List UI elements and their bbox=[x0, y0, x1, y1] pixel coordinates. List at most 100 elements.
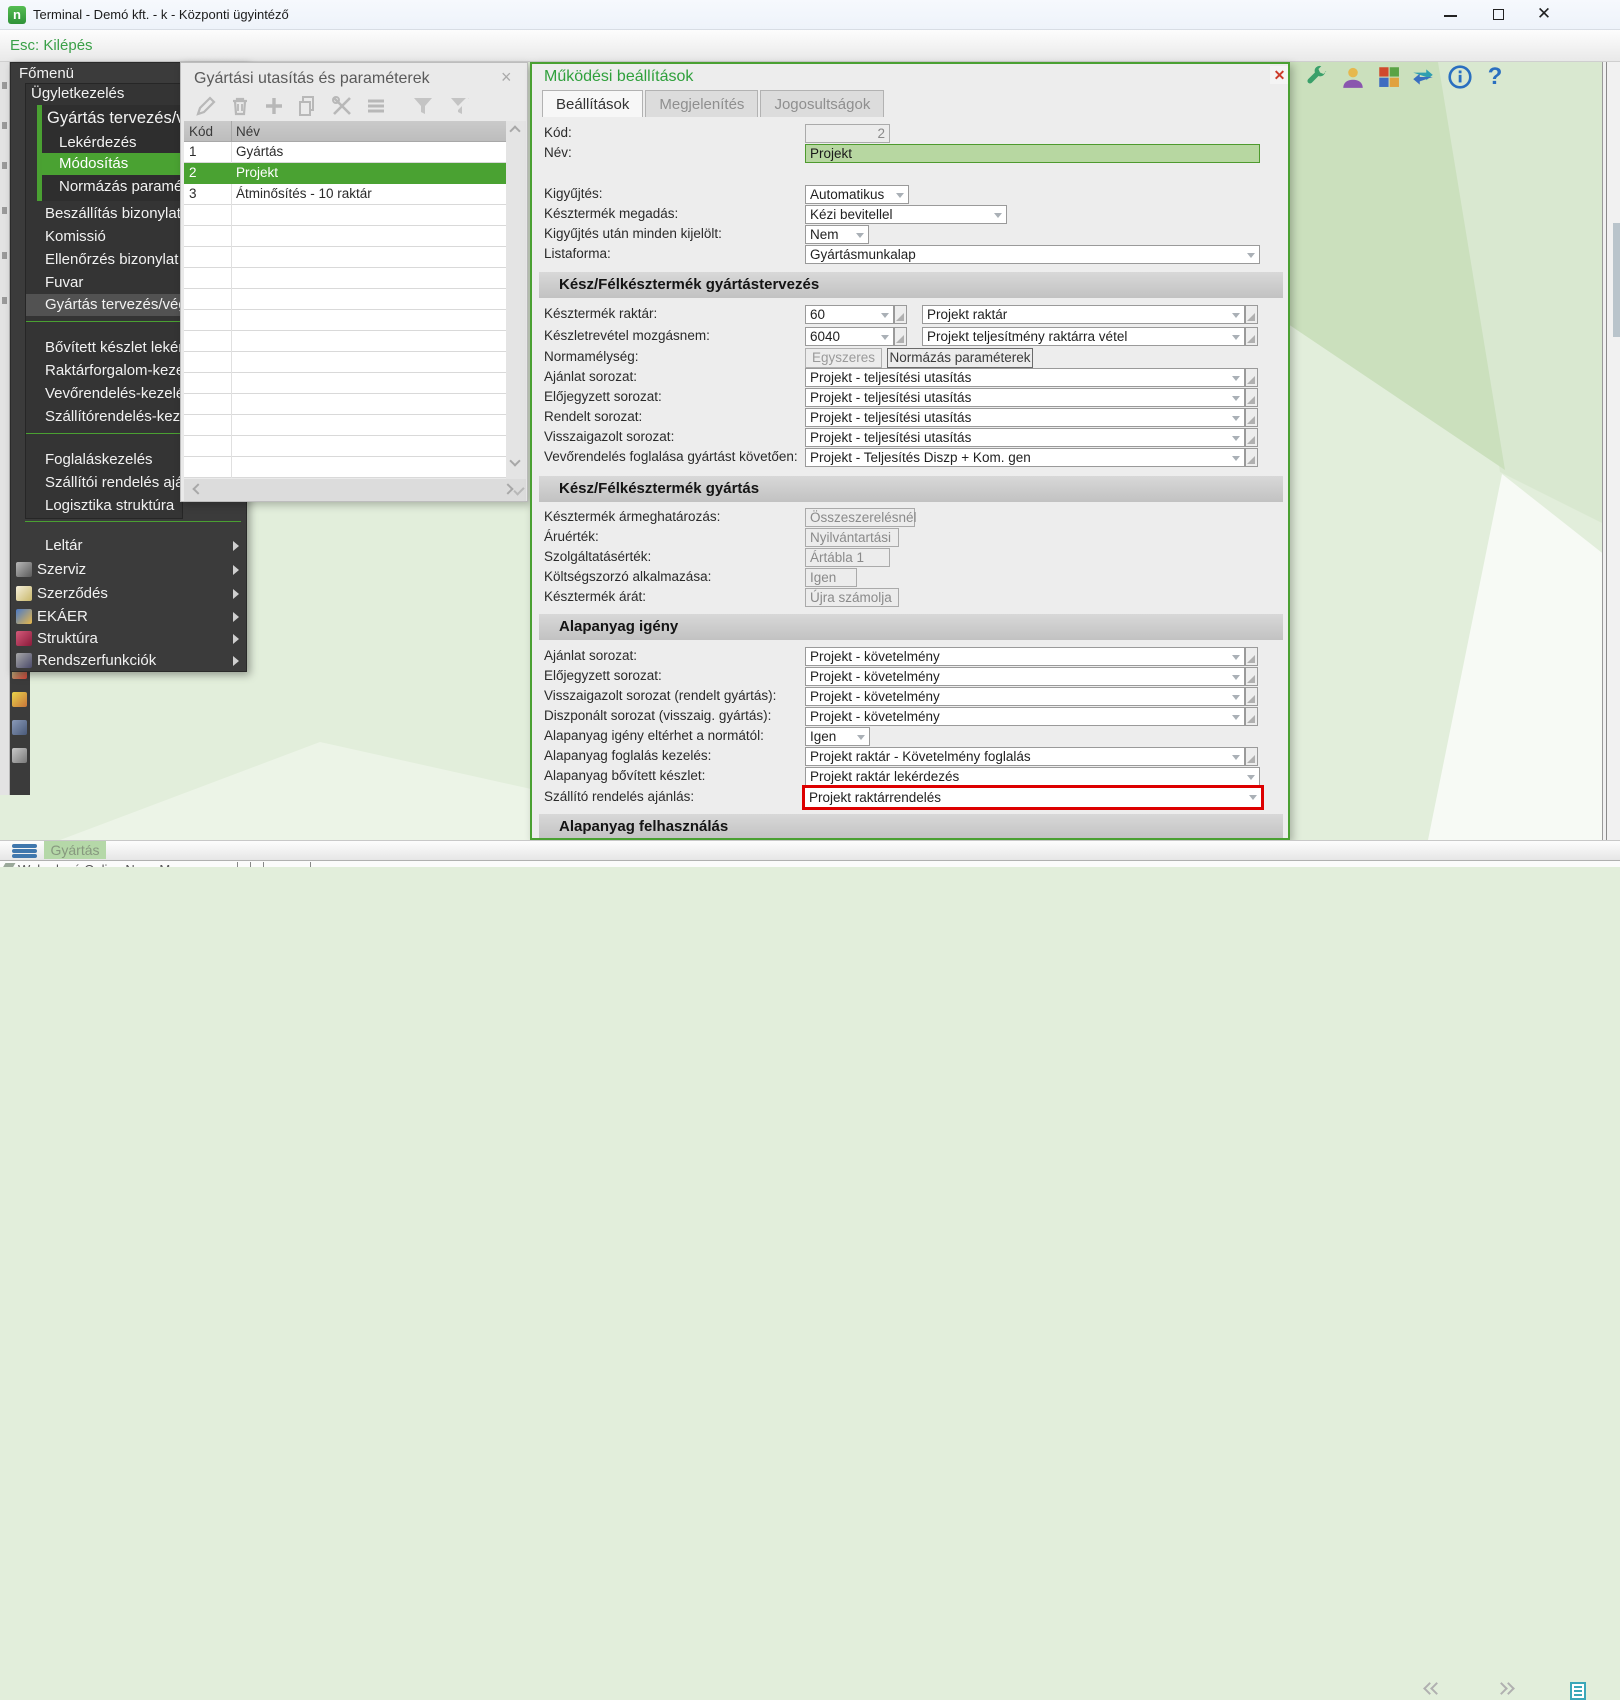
menu-item-foglalaskezeles[interactable]: Foglaláskezelés bbox=[45, 449, 181, 471]
delete-icon[interactable] bbox=[228, 94, 254, 118]
igeny-elojegyzett-combo[interactable]: Projekt - követelmény bbox=[805, 667, 1245, 686]
esc-exit-label[interactable]: Esc: Kilépés bbox=[10, 37, 93, 54]
igeny-ajanlat-combo[interactable]: Projekt - követelmény bbox=[805, 647, 1245, 666]
menu-item-ekaer[interactable]: EKÁER bbox=[37, 606, 227, 628]
lookup-button[interactable] bbox=[1245, 368, 1258, 387]
vertical-scrollbar[interactable] bbox=[506, 121, 526, 479]
filter-clear-icon[interactable] bbox=[448, 94, 474, 118]
lookup-button[interactable] bbox=[1245, 747, 1258, 766]
menu-item-szerzodes[interactable]: Szerződés bbox=[37, 583, 227, 605]
tools-icon[interactable] bbox=[330, 94, 356, 118]
menu-icon[interactable] bbox=[12, 692, 27, 707]
menu-item-szallitorendeles[interactable]: Szállítórendelés-kezelé bbox=[45, 406, 181, 428]
igeny-diszponalt-combo[interactable]: Projekt - követelmény bbox=[805, 707, 1245, 726]
menu-item-modositas-selected[interactable]: Módosítás bbox=[42, 153, 183, 175]
column-header-nev[interactable]: Név bbox=[236, 121, 260, 142]
lookup-button[interactable] bbox=[1245, 647, 1258, 666]
menu-item-fuvar[interactable]: Fuvar bbox=[45, 272, 181, 294]
menu-item-szallitoi-rendeles-ajanlas[interactable]: Szállítói rendelés ajánlá bbox=[45, 472, 181, 494]
column-header-kod[interactable]: Kód bbox=[189, 121, 213, 142]
lookup-button[interactable] bbox=[894, 305, 907, 324]
ajanlat-sorozat-combo[interactable]: Projekt - teljesítési utasítás bbox=[805, 368, 1245, 387]
lookup-button[interactable] bbox=[894, 327, 907, 346]
keszletrevetel-combo[interactable]: Projekt teljesítmény raktárra vétel bbox=[922, 327, 1245, 346]
lookup-button[interactable] bbox=[1245, 327, 1258, 346]
menu-item-ellenorzes-bizonylat[interactable]: Ellenőrzés bizonylat bbox=[45, 249, 181, 271]
edit-icon[interactable] bbox=[194, 94, 220, 118]
kesztermek-megadas-combo[interactable]: Kézi bevitellel bbox=[805, 205, 1007, 224]
elojegyzett-sorozat-combo[interactable]: Projekt - teljesítési utasítás bbox=[805, 388, 1245, 407]
scroll-right-icon[interactable] bbox=[502, 483, 513, 494]
apps-grid-icon[interactable] bbox=[1376, 64, 1402, 90]
close-button[interactable]: ✕ bbox=[1522, 0, 1566, 29]
kigyujtes-utan-combo[interactable]: Nem bbox=[805, 225, 869, 244]
tab-jogosultsagok[interactable]: Jogosultságok bbox=[760, 90, 884, 117]
document-list-icon[interactable] bbox=[1570, 1682, 1586, 1700]
help-icon[interactable]: ? bbox=[1482, 64, 1508, 90]
listaforma-combo[interactable]: Gyártásmunkalap bbox=[805, 245, 1260, 264]
lookup-button[interactable] bbox=[1245, 448, 1258, 467]
minimize-button[interactable] bbox=[1428, 0, 1472, 29]
table-row[interactable]: 1 Gyártás bbox=[184, 142, 506, 163]
menu-item-leltar[interactable]: Leltár bbox=[45, 535, 235, 557]
table-row-selected[interactable]: 2 Projekt bbox=[184, 163, 506, 184]
menu-item-gyartas-tervezes[interactable]: Gyártás tervezés/v bbox=[47, 107, 185, 129]
normazas-parameterek-button[interactable]: Normázás paraméterek bbox=[887, 348, 1033, 368]
menu-item-logisztika-struktura[interactable]: Logisztika struktúra bbox=[45, 495, 181, 517]
kesztermek-raktar-code-combo[interactable]: 60 bbox=[805, 305, 894, 324]
list-panel-close-icon[interactable]: × bbox=[501, 67, 512, 88]
kigyujtes-combo[interactable]: Automatikus bbox=[805, 185, 909, 204]
igeny-foglalas-combo[interactable]: Projekt raktár - Követelmény foglalás bbox=[805, 747, 1245, 766]
menu-item-lekerdezes[interactable]: Lekérdezés bbox=[59, 132, 137, 154]
scroll-down-icon[interactable] bbox=[509, 455, 520, 466]
lookup-button[interactable] bbox=[1245, 388, 1258, 407]
menu-item-szerviz[interactable]: Szerviz bbox=[37, 559, 227, 581]
menu-item-komissio[interactable]: Komissió bbox=[45, 226, 181, 248]
tab-beallitasok[interactable]: Beállítások bbox=[542, 90, 643, 117]
nev-field[interactable]: Projekt bbox=[805, 144, 1260, 163]
igeny-bovitett-combo[interactable]: Projekt raktár lekérdezés bbox=[805, 767, 1260, 786]
vevorendeles-foglalasa-combo[interactable]: Projekt - Teljesítés Diszp + Kom. gen bbox=[805, 448, 1245, 467]
filter-icon[interactable] bbox=[411, 94, 437, 118]
maximize-button[interactable] bbox=[1476, 0, 1520, 29]
table-row[interactable]: 3 Átminősítés - 10 raktár bbox=[184, 184, 506, 205]
taskbar-app-gyartas[interactable]: Gyártás bbox=[44, 841, 106, 859]
menu-item-gyartas-tervezes-vegrel[interactable]: Gyártás tervezés/végrel bbox=[26, 294, 182, 316]
menu-item-normazas-parameter[interactable]: Normázás paraméter bbox=[59, 176, 200, 198]
visszaigazolt-sorozat-combo[interactable]: Projekt - teljesítési utasítás bbox=[805, 428, 1245, 447]
menu-item-beszallitas-bizonylat[interactable]: Beszállítás bizonylat bbox=[45, 203, 181, 225]
table-header[interactable]: Kód Név bbox=[184, 121, 506, 142]
tab-megjelenites[interactable]: Megjelenítés bbox=[645, 90, 758, 117]
rendelt-sorozat-combo[interactable]: Projekt - teljesítési utasítás bbox=[805, 408, 1245, 427]
menu-icon[interactable] bbox=[12, 748, 27, 763]
menu-icon[interactable] bbox=[12, 720, 27, 735]
scroll-up-icon[interactable] bbox=[509, 125, 520, 136]
kesztermek-raktar-combo[interactable]: Projekt raktár bbox=[922, 305, 1245, 324]
menu-lines-icon[interactable] bbox=[364, 94, 390, 118]
lookup-button[interactable] bbox=[1245, 707, 1258, 726]
szallito-rendeles-combo[interactable]: Projekt raktárrendelés bbox=[805, 788, 1261, 807]
keszletrevetel-code-combo[interactable]: 6040 bbox=[805, 327, 894, 346]
user-icon[interactable] bbox=[1340, 64, 1366, 90]
igeny-visszaigazolt-combo[interactable]: Projekt - követelmény bbox=[805, 687, 1245, 706]
settings-close-icon[interactable]: ✕ bbox=[1270, 66, 1289, 84]
lookup-button[interactable] bbox=[1245, 408, 1258, 427]
menu-item-vevorendeles[interactable]: Vevőrendelés-kezelés bbox=[45, 383, 181, 405]
wrench-icon[interactable] bbox=[1303, 64, 1329, 90]
info-icon[interactable] bbox=[1447, 64, 1473, 90]
lookup-button[interactable] bbox=[1245, 305, 1258, 324]
transfer-arrows-icon[interactable] bbox=[1410, 64, 1436, 90]
menu-item-rendszerfunkciok[interactable]: Rendszerfunkciók bbox=[37, 650, 227, 672]
menu-item-raktarforgalom[interactable]: Raktárforgalom-kezelés bbox=[45, 360, 181, 382]
lookup-button[interactable] bbox=[1245, 428, 1258, 447]
menu-item-struktura[interactable]: Struktúra bbox=[37, 628, 227, 650]
menu-item-bovitett-keszlet[interactable]: Bővített készlet lekérde bbox=[45, 337, 181, 359]
copy-icon[interactable] bbox=[296, 94, 322, 118]
lookup-button[interactable] bbox=[1245, 687, 1258, 706]
scroll-left-icon[interactable] bbox=[192, 483, 203, 494]
igeny-elterhet-combo[interactable]: Igen bbox=[805, 727, 870, 746]
lookup-button[interactable] bbox=[1245, 667, 1258, 686]
menu-item-ugyletkezeles[interactable]: Ügyletkezelés bbox=[31, 83, 124, 105]
add-icon[interactable] bbox=[262, 94, 288, 118]
horizontal-scrollbar[interactable] bbox=[184, 479, 526, 501]
